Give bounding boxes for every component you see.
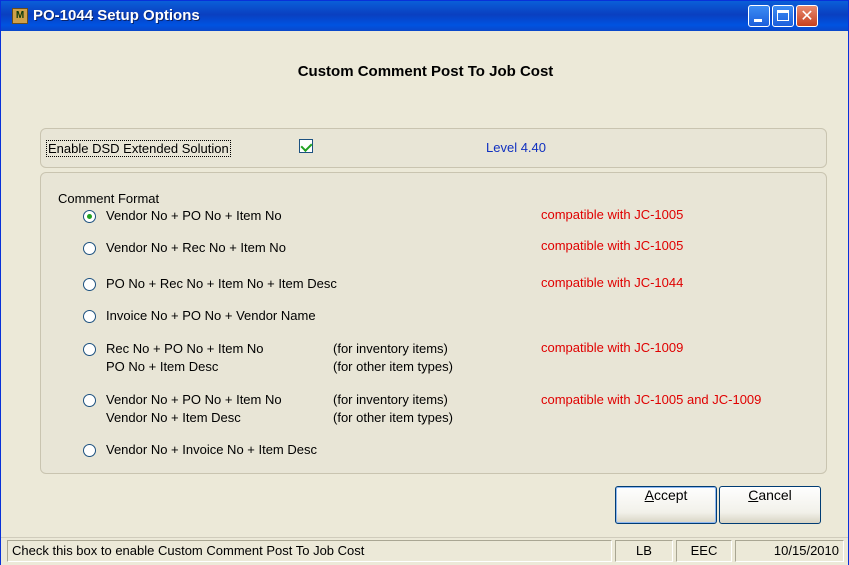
page-title: Custom Comment Post To Job Cost [297,63,554,80]
enable-dsd-label[interactable]: Enable DSD Extended Solution [46,140,231,157]
option-6-note-2: (for other item types) [333,410,453,425]
radio-option-7[interactable] [83,444,96,457]
radio-option-4[interactable] [83,310,96,323]
radio-option-6[interactable] [83,394,96,407]
accept-mnemonic: A [644,487,654,503]
title-bar[interactable]: M PO-1044 Setup Options ✕ [1,1,848,31]
option-5-note-2: (for other item types) [333,359,453,374]
level-label: Level 4.40 [486,140,546,155]
option-3-label[interactable]: PO No + Rec No + Item No + Item Desc [106,276,337,291]
option-2-compat: compatible with JC-1005 [541,238,684,253]
cancel-mnemonic: C [748,487,759,503]
option-1-label[interactable]: Vendor No + PO No + Item No [106,208,282,223]
close-button[interactable]: ✕ [796,5,818,27]
cancel-label: ancel [758,487,792,503]
option-5-note-1: (for inventory items) [333,341,448,356]
minimize-button[interactable] [748,5,770,27]
status-user: LB [615,540,673,562]
status-bar: Check this box to enable Custom Comment … [1,537,848,565]
minimize-icon [754,19,762,22]
option-2-label[interactable]: Vendor No + Rec No + Item No [106,240,286,255]
radio-option-5[interactable] [83,343,96,356]
app-icon[interactable]: M [12,8,28,24]
option-5-compat: compatible with JC-1009 [541,340,684,355]
radio-selected-dot [87,214,92,219]
radio-option-3[interactable] [83,278,96,291]
status-message: Check this box to enable Custom Comment … [7,540,612,562]
option-6-note-1: (for inventory items) [333,392,448,407]
option-5-label-line2[interactable]: PO No + Item Desc [106,359,218,374]
maximize-button[interactable] [772,5,794,27]
option-1-compat: compatible with JC-1005 [541,207,684,222]
option-6-compat: compatible with JC-1005 and JC-1009 [541,392,762,407]
checkmark-icon [300,139,313,153]
option-3-compat: compatible with JC-1044 [541,275,684,290]
option-6-label-line2[interactable]: Vendor No + Item Desc [106,410,241,425]
maximize-icon [777,10,789,21]
window-title: PO-1044 Setup Options [33,7,200,24]
status-company: EEC [676,540,732,562]
option-6-label[interactable]: Vendor No + PO No + Item No [106,392,282,407]
enable-dsd-checkbox[interactable] [299,139,313,153]
close-icon: ✕ [800,6,814,25]
accept-label: ccept [653,487,688,503]
setup-options-window: M PO-1044 Setup Options ✕ Custom Comment… [0,0,849,565]
accept-button[interactable]: Accept [615,486,717,524]
option-7-label[interactable]: Vendor No + Invoice No + Item Desc [106,442,317,457]
status-date: 10/15/2010 [735,540,844,562]
radio-option-1[interactable] [83,210,96,223]
comment-format-label: Comment Format [58,191,160,206]
option-4-label[interactable]: Invoice No + PO No + Vendor Name [106,308,316,323]
radio-option-2[interactable] [83,242,96,255]
cancel-button[interactable]: Cancel [719,486,821,524]
option-5-label[interactable]: Rec No + PO No + Item No [106,341,264,356]
